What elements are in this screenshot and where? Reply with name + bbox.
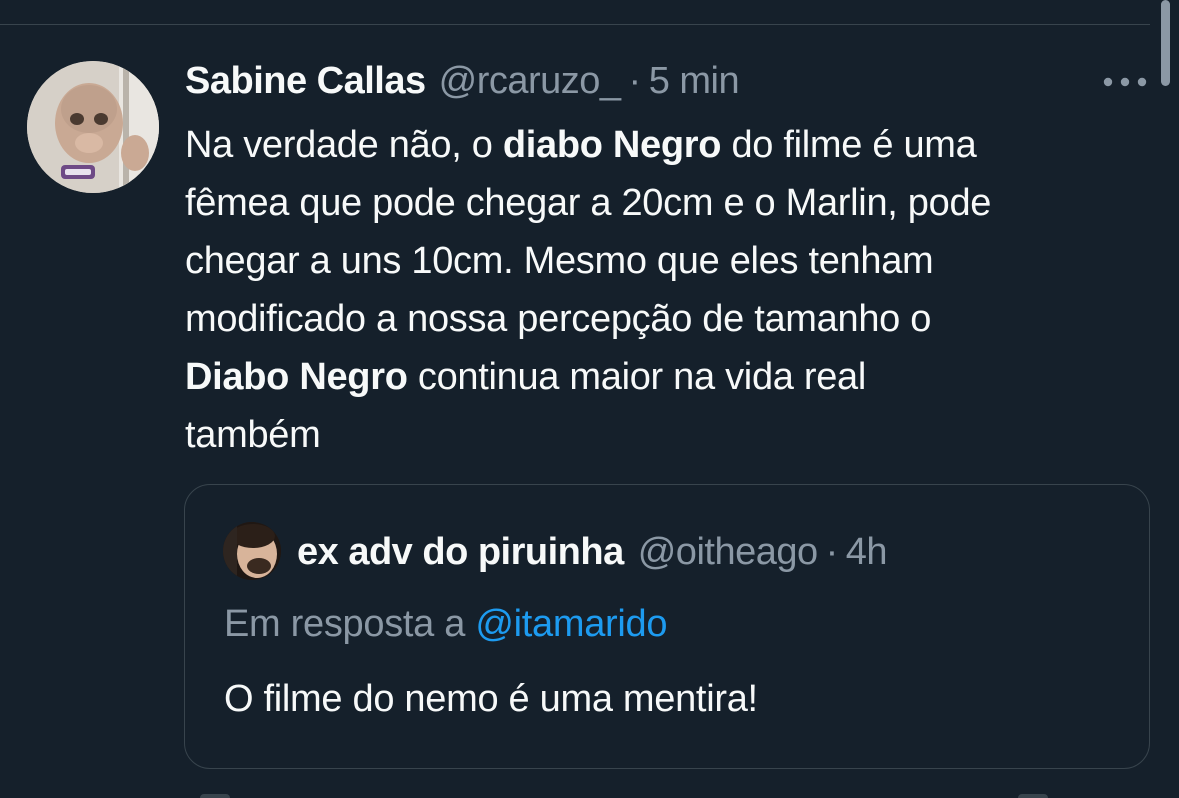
quoted-avatar — [223, 522, 281, 580]
scrollbar[interactable] — [1161, 0, 1170, 86]
quoted-author-handle: @oitheago — [637, 530, 818, 573]
reply-context: Em resposta a @itamarido — [224, 603, 668, 646]
separator-dot: · — [825, 530, 839, 573]
quoted-author-name: ex adv do piruinha — [297, 530, 624, 573]
timeline: Sabine Callas @rcaruzo_ · 5 min Na verda… — [0, 0, 1179, 798]
quoted-timestamp: 4h — [845, 530, 888, 573]
more-options-button[interactable] — [1097, 64, 1153, 100]
bold-text: diabo Negro — [502, 124, 722, 166]
quoted-tweet-header: ex adv do piruinha @oitheago · 4h — [297, 527, 888, 577]
more-horizontal-icon — [1103, 77, 1147, 87]
tweet-header: Sabine Callas @rcaruzo_ · 5 min — [185, 56, 740, 106]
avatar[interactable] — [27, 61, 159, 193]
quoted-tweet-card[interactable]: ex adv do piruinha @oitheago · 4h Em res… — [184, 484, 1150, 769]
author-name[interactable]: Sabine Callas — [185, 60, 426, 103]
action-icon-edge — [200, 794, 230, 798]
tweet-text-line: Diabo Negro continua maior na vida real — [185, 348, 1165, 406]
timestamp[interactable]: 5 min — [649, 60, 740, 103]
bold-text: Diabo Negro — [185, 356, 408, 398]
separator-dot: · — [628, 59, 642, 102]
tweet-text-line: modificado a nossa percepção de tamanho … — [185, 298, 932, 340]
tweet-text: Na verdade não, o diabo Negro do filme é… — [185, 116, 1165, 464]
avatar-image — [27, 61, 159, 193]
tweet-text-line: também — [185, 414, 321, 456]
tweet-text-line: Na verdade não, o diabo Negro do filme é… — [185, 116, 1165, 174]
tweet-text-line: chegar a uns 10cm. Mesmo que eles tenham — [185, 240, 934, 282]
action-icon-edge — [1018, 794, 1048, 798]
quoted-tweet-text: O filme do nemo é uma mentira! — [224, 678, 758, 720]
tweet-text-line: fêmea que pode chegar a 20cm e o Marlin,… — [185, 182, 992, 224]
reply-prefix: Em resposta a — [224, 603, 476, 645]
reply-mention-link[interactable]: @itamarido — [475, 603, 667, 645]
author-handle[interactable]: @rcaruzo_ — [439, 60, 621, 103]
divider — [0, 24, 1150, 25]
text-segment: do filme é uma — [721, 124, 977, 166]
quoted-avatar-image — [223, 522, 281, 580]
text-segment: continua maior na vida real — [407, 356, 867, 398]
text-segment: Na verdade não, o — [185, 124, 503, 166]
